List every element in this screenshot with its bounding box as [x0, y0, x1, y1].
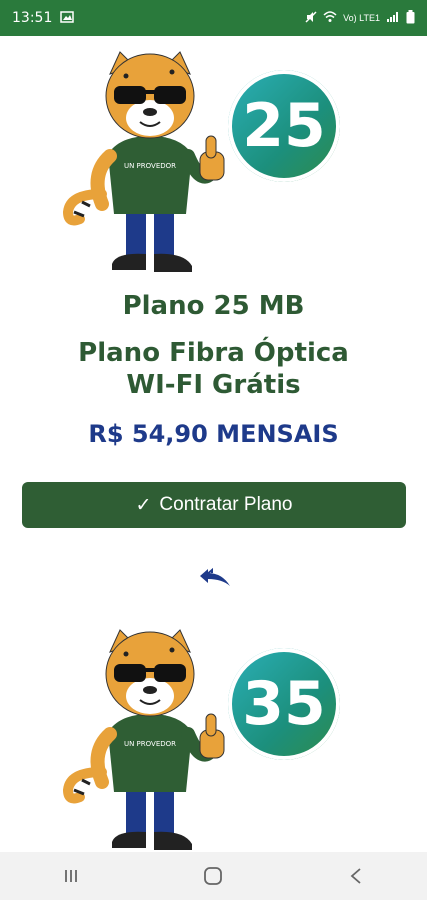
wifi-icon: [323, 11, 337, 25]
plan-price: R$ 54,90 MENSAIS: [88, 420, 339, 448]
contratar-plano-button[interactable]: ✓ Contratar Plano: [22, 482, 406, 528]
battery-icon: [406, 10, 415, 26]
recent-apps-button[interactable]: [41, 856, 101, 896]
back-button[interactable]: [326, 856, 386, 896]
plan-title: Plano 25 MB: [122, 291, 305, 321]
shirt-logo: UN PROVEDOR: [124, 740, 176, 748]
plan-speed-badge: 35: [228, 648, 340, 760]
plans-list[interactable]: UN PROVEDOR 25 Plano 25 MB Plano Fibra Ó…: [0, 36, 427, 852]
check-icon: ✓: [135, 494, 152, 516]
gallery-notification-icon: [60, 10, 75, 26]
recent-apps-icon: [65, 870, 78, 882]
cheetah-mascot-image: UN PROVEDOR: [62, 629, 225, 850]
network-label: Vo) LTE1: [343, 13, 380, 23]
plan-speed-badge: 25: [228, 70, 340, 182]
contratar-plano-label: Contratar Plano: [159, 494, 293, 515]
back-icon: [350, 868, 361, 884]
status-icons: Vo) LTE1: [305, 10, 415, 26]
reply-all-icon[interactable]: [198, 566, 232, 588]
plan-subtitle-line1: Plano Fibra Óptica: [78, 338, 349, 368]
home-icon: [204, 867, 223, 885]
status-time: 13:51: [12, 10, 53, 26]
cheetah-mascot-image: UN PROVEDOR: [62, 51, 225, 272]
home-button[interactable]: [183, 856, 243, 896]
plan-subtitle-line2: WI-FI Grátis: [126, 370, 301, 400]
shirt-logo: UN PROVEDOR: [124, 162, 176, 170]
signal-icon: [386, 11, 400, 25]
mute-icon: [305, 11, 317, 25]
system-nav-bar: [0, 852, 427, 900]
status-bar: 13:51 Vo) LTE1: [0, 0, 427, 36]
